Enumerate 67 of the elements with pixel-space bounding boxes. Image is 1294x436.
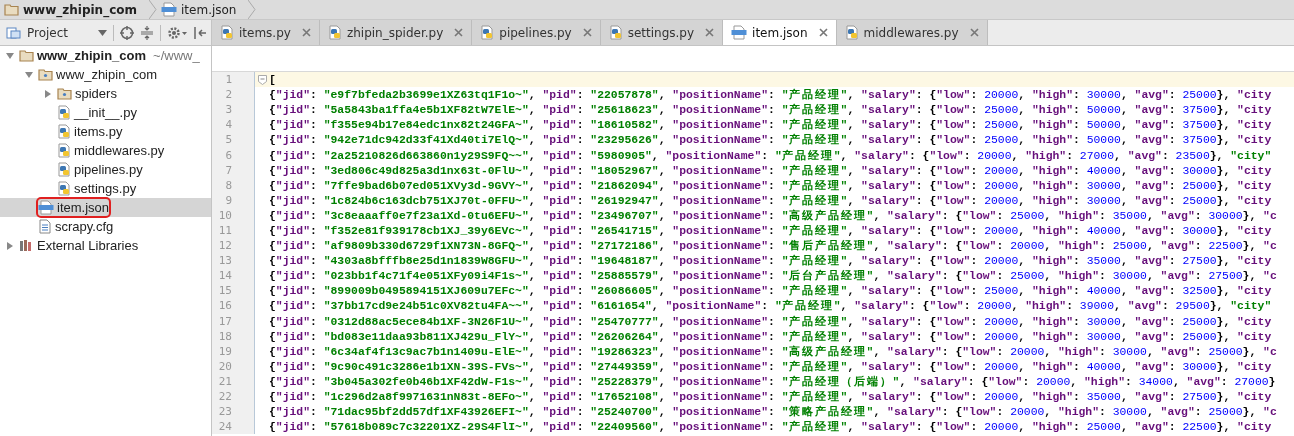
line-number: 23 (217, 405, 232, 419)
code-line: {"jid": "71dac95bf2dd57df1XF43926EFI~", "pid": "25240700", "positionName": "策略产品经理", "salary": {"low": 20000, "high": 30000, "avg": 25000}, "c (269, 404, 1277, 420)
line-number: 5 (224, 133, 232, 147)
code-line: {"jid": "bd083e11daa93b811XJ429u_FlY~", "pid": "26206264", "positionName": "产品经理", "salary": {"low": 20000, "high": 30000, "avg": 25000}, "city (269, 329, 1272, 344)
panel-title[interactable]: Project (27, 25, 69, 40)
tree-item[interactable]: www_zhipin_com (38, 66, 158, 83)
code-line: {"jid": "942e71dc942d33f41Xd40ti7ElQ~", "pid": "23295626", "positionName": "产品经理", "salary": {"low": 25000, "high": 50000, "avg": 37500}, "city (269, 132, 1272, 148)
code-line: {"jid": "57618b089c7c32201XZ-29S4FlI~", "pid": "22409560", "positionName": "产品经理", "salary": {"low": 20000, "high": 25000, "avg": 22500}, "city (269, 419, 1272, 435)
code-line: {"jid": "0312d88ac5ece84b1XF-3N26F1U~", "pid": "25470777", "positionName": "产品经理", "salary": {"low": 20000, "high": 30000, "avg": 25000}, "city (269, 314, 1272, 329)
editor-tab[interactable]: settings.py (600, 20, 724, 45)
tree-item[interactable]: __init__.py (57, 104, 137, 121)
code-line: {"jid": "f352e81f939178cb1XJ_39y6EVc~", "pid": "26541715", "positionName": "产品经理", "salary": {"low": 20000, "high": 40000, "avg": 30000}, "city (269, 223, 1272, 238)
tree-item[interactable]: settings.py (57, 180, 137, 197)
line-number: 6 (224, 148, 232, 162)
line-number: 11 (217, 224, 232, 237)
tree-item[interactable]: spiders (57, 85, 117, 102)
line-number: 7 (224, 163, 232, 177)
tree-item[interactable]: scrapy.cfg (38, 218, 114, 235)
line-number: 18 (217, 329, 232, 343)
line-number: 15 (217, 284, 232, 298)
line-number: 19 (217, 344, 232, 358)
line-number: 20 (217, 359, 232, 373)
tree-item[interactable]: middlewares.py (57, 142, 165, 159)
line-number: 13 (217, 254, 232, 268)
code-line: {"jid": "6c34af4f13c9ac7b1n1409u-ElE~", "pid": "19286323", "positionName": "高级产品经理", "salary": {"low": 20000, "high": 30000, "avg": 25000}, "c (269, 344, 1277, 359)
line-number: 21 (217, 374, 232, 388)
code-line: {"jid": "af9809b330d6729f1XN73N-8GFQ~", "pid": "27172186", "positionName": "售后产品经理", "salary": {"low": 20000, "high": 25000, "avg": 22500}, "c (269, 238, 1277, 254)
line-number: 8 (224, 178, 232, 192)
code-line: {"jid": "4303a8bfffb8e25d1n1839W8GFU~", "pid": "19648187", "positionName": "产品经理", "salary": {"low": 20000, "high": 35000, "avg": 27500}, "city (269, 253, 1272, 269)
editor-tab[interactable]: middlewares.py (836, 20, 988, 45)
line-number: 2 (224, 88, 232, 102)
editor-tab[interactable]: zhipin_spider.py (319, 20, 473, 45)
code-line: {"jid": "37bb17cd9e24b51c0XV82tu4FA~~", "pid": "6161654", "positionName": "产品经理", "salary": {"low": 20000, "high": 39000, "avg": 29500}, "city" (269, 298, 1272, 314)
code-line: {"jid": "7ffe9bad6b07ed051XVy3d-9GVY~", "pid": "21862094", "positionName": "产品经理", "salary": {"low": 20000, "high": 30000, "avg": 25000}, "city (269, 178, 1272, 193)
line-number: 1 (224, 73, 232, 87)
line-number: 10 (217, 208, 232, 222)
line-number: 12 (217, 239, 232, 253)
editor-tab[interactable]: items.py (212, 20, 320, 45)
tree-item[interactable]: External Libraries (19, 237, 139, 254)
code-line: {"jid": "1c296d2a8f9971631nN83t-8EFo~", "pid": "17652108", "positionName": "产品经理", "salary": {"low": 20000, "high": 35000, "avg": 27500}, "city (269, 389, 1272, 404)
editor-tab[interactable]: item.json (723, 20, 837, 45)
line-number: 9 (224, 193, 232, 207)
editor-tab[interactable]: pipelines.py (472, 20, 601, 45)
code-line: {"jid": "1c824b6c163dcb751XJ70t-0FFU~", "pid": "26192947", "positionName": "产品经理", "salary": {"low": 20000, "high": 30000, "avg": 25000}, "city (269, 193, 1272, 208)
line-number: 4 (224, 118, 232, 132)
code-line: {"jid": "9c90c491c3286e1b1XN-39S-FVs~", "pid": "27449359", "positionName": "产品经理", "salary": {"low": 20000, "high": 40000, "avg": 30000}, "city (269, 359, 1272, 374)
line-number: 3 (224, 103, 232, 117)
code-line: {"jid": "899009b0495894151XJ609u7EFc~", "pid": "26086605", "positionName": "产品经理", "salary": {"low": 25000, "high": 40000, "avg": 32500}, "city (269, 283, 1272, 299)
tree-item[interactable]: www_zhipin_com ~/www_ (19, 47, 200, 64)
code-line: [ (269, 73, 276, 86)
line-number: 24 (217, 420, 232, 434)
code-line: {"jid": "3c8eaaaff0e7f23a1Xd-0tu6EFU~", "pid": "23496707", "positionName": "高级产品经理", "salary": {"low": 25000, "high": 35000, "avg": 30000}, "c (269, 208, 1277, 223)
breadcrumb-item[interactable]: www_zhipin_com (0, 0, 149, 19)
tree-item[interactable]: items.py (57, 123, 123, 140)
code-line: {"jid": "5a5843ba1ffa4e5b1XF82tW7ElE~", "pid": "25618623", "positionName": "产品经理", "salary": {"low": 25000, "high": 50000, "avg": 37500}, "city (269, 102, 1272, 118)
line-number: 22 (217, 390, 232, 403)
line-number: 14 (217, 269, 232, 283)
code-line: {"jid": "023bb1f4c71f4e051XFy09i4F1s~", "pid": "25885579", "positionName": "后台产品经理", "salary": {"low": 25000, "high": 30000, "avg": 27500}, "c (269, 268, 1277, 284)
line-number: 17 (217, 314, 232, 328)
code-line: {"jid": "3b045a302fe0b46b1XF42dW-F1s~", "pid": "25228379", "positionName": "产品经理（后端）", "salary": {"low": 20000, "high": 34000, "avg": 27000} (269, 374, 1276, 389)
tree-item[interactable]: pipelines.py (57, 161, 143, 178)
code-line: {"jid": "f355e94b17e84edc1nx82t24GFA~", "pid": "18610582", "positionName": "产品经理", "salary": {"low": 25000, "high": 50000, "avg": 37500}, "city (269, 117, 1272, 133)
breadcrumb-item[interactable]: item.json (157, 0, 249, 19)
code-line: {"jid": "3ed806c49d825a3d1nx63t-0FlU~", "pid": "18052967", "positionName": "产品经理", "salary": {"low": 20000, "high": 40000, "avg": 30000}, "city (269, 163, 1272, 178)
code-line: {"jid": "2a25210826d663860n1y29S9FQ~~", "pid": "5980905", "positionName": "产品经理", "salary": {"low": 20000, "high": 27000, "avg": 23500}, "city" (269, 148, 1272, 163)
code-line: {"jid": "e9f7bfeda2b3699e1XZ63tq1F1o~", "pid": "22057878", "positionName": "产品经理", "salary": {"low": 20000, "high": 30000, "avg": 25000}, "city (269, 87, 1272, 103)
line-number: 16 (217, 299, 232, 313)
